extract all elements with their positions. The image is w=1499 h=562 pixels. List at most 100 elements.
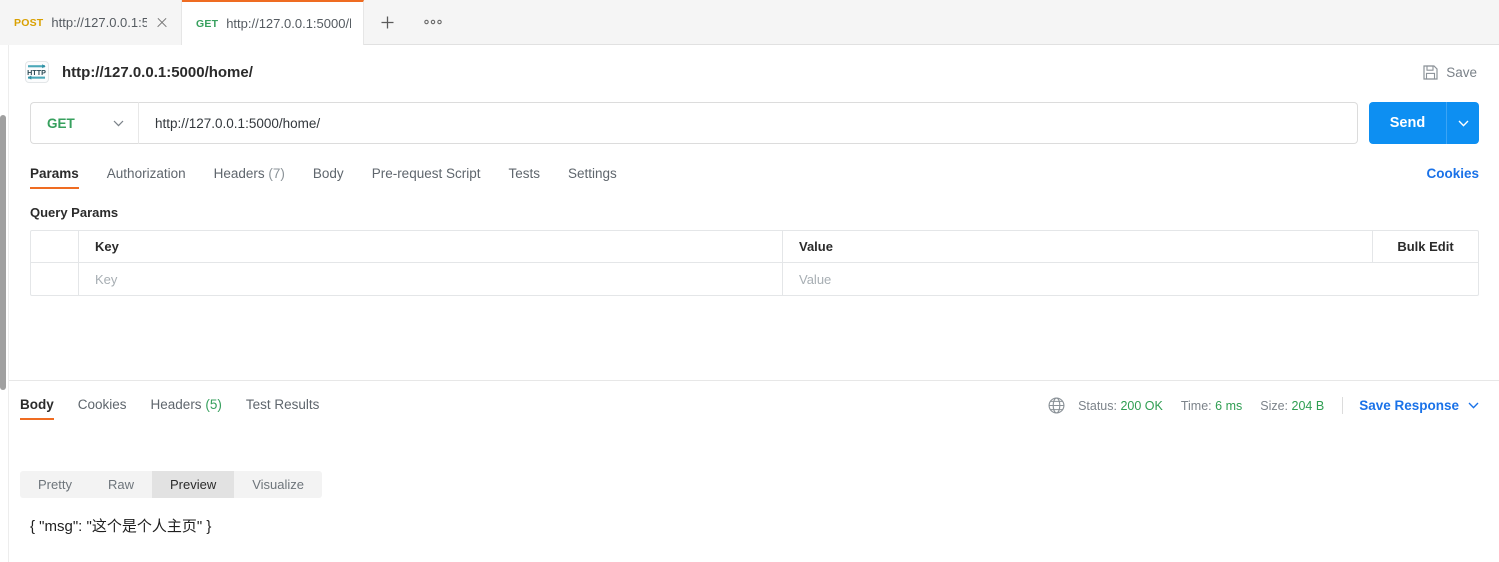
tab-method-label: POST (14, 16, 44, 29)
sidebar-scrollbar-rail (0, 45, 9, 562)
query-params-table: Key Value Bulk Edit Key Value (30, 230, 1479, 296)
tab-tests-label: Tests (508, 166, 540, 181)
response-tabs: Body Cookies Headers (5) Test Results St… (9, 388, 1499, 420)
row-checkbox-cell[interactable] (31, 263, 79, 295)
chevron-down-icon (1458, 120, 1468, 127)
status-code-value: 200 OK (1120, 398, 1163, 413)
view-mode-pretty-label: Pretty (38, 477, 72, 492)
tab-authorization[interactable]: Authorization (107, 166, 186, 189)
ellipsis-icon (424, 19, 442, 25)
tab-headers-label: Headers (213, 166, 265, 181)
tab-params-label: Params (30, 166, 79, 181)
column-header-key: Key (79, 231, 783, 262)
response-size-value: 204 B (1291, 398, 1325, 413)
param-value-placeholder: Value (799, 271, 832, 287)
response-size-label: Size: (1260, 398, 1289, 413)
chevron-down-icon (1468, 402, 1479, 409)
url-input[interactable]: http://127.0.0.1:5000/home/ (138, 102, 1358, 144)
tab-body[interactable]: Body (313, 166, 344, 189)
table-header-row: Key Value Bulk Edit (31, 231, 1478, 263)
close-icon[interactable] (155, 16, 169, 30)
cookies-link[interactable]: Cookies (1426, 166, 1479, 189)
row-actions-cell (1373, 263, 1478, 295)
response-time-value: 6 ms (1215, 398, 1243, 413)
column-header-value: Value (783, 231, 1373, 262)
response-body-content: { "msg": "这个是个人主页" } (30, 518, 212, 535)
column-header-key-label: Key (95, 239, 119, 254)
tab-settings[interactable]: Settings (568, 166, 617, 189)
view-mode-visualize[interactable]: Visualize (234, 471, 322, 498)
svg-text:HTTP: HTTP (27, 68, 46, 77)
request-title-row: HTTP http://127.0.0.1:5000/home/ Save (9, 50, 1499, 94)
response-tab-body-label: Body (20, 397, 54, 412)
send-button[interactable]: Send (1369, 102, 1446, 144)
response-tab-cookies-label: Cookies (77, 397, 127, 412)
tab-params[interactable]: Params (30, 166, 79, 189)
pane-divider[interactable] (9, 380, 1499, 381)
new-tab-button[interactable] (364, 0, 410, 44)
tab-body-label: Body (312, 166, 344, 181)
request-tab-strip: POST http://127.0.0.1:5000/ GET http://1… (0, 0, 1499, 45)
view-mode-preview-label: Preview (169, 477, 217, 492)
send-options-button[interactable] (1446, 102, 1479, 144)
response-tab-body[interactable]: Body (20, 397, 54, 420)
tab-url-label: http://127.0.0.1:5000/ (51, 15, 147, 30)
save-button[interactable]: Save (1423, 65, 1487, 80)
save-response-label: Save Response (1359, 398, 1459, 413)
tab-pre-request-script-label: Pre-request Script (371, 166, 481, 181)
select-all-cell[interactable] (31, 231, 79, 262)
query-params-label: Query Params (30, 205, 119, 220)
view-mode-visualize-label: Visualize (252, 477, 305, 492)
response-tab-headers[interactable]: Headers (5) (151, 397, 222, 420)
table-row: Key Value (31, 263, 1478, 295)
http-method-select[interactable]: GET (30, 102, 138, 144)
bulk-edit-label: Bulk Edit (1397, 239, 1454, 254)
view-mode-preview[interactable]: Preview (151, 471, 235, 498)
request-tab-get[interactable]: GET http://127.0.0.1:5000/hom (182, 0, 364, 45)
view-mode-pretty[interactable]: Pretty (20, 471, 90, 498)
response-tab-test-results-label: Test Results (245, 397, 320, 412)
response-time: Time: 6 ms (1181, 399, 1242, 413)
page-title: http://127.0.0.1:5000/home/ (62, 63, 253, 81)
chevron-down-icon (113, 120, 124, 126)
tab-headers-count: (7) (268, 166, 285, 181)
tab-tests[interactable]: Tests (508, 166, 540, 189)
tab-options-button[interactable] (410, 0, 456, 44)
request-tabs: Params Authorization Headers (7) Body Pr… (30, 159, 1479, 189)
save-response-button[interactable]: Save Response (1359, 398, 1479, 413)
response-tab-test-results[interactable]: Test Results (246, 397, 320, 420)
response-size: Size: 204 B (1260, 399, 1324, 413)
status-code: Status: 200 OK (1078, 399, 1163, 413)
tab-headers[interactable]: Headers (7) (214, 166, 285, 189)
param-key-placeholder: Key (95, 271, 118, 287)
view-mode-raw-label: Raw (107, 477, 134, 492)
param-key-input[interactable]: Key (79, 263, 783, 295)
response-tab-headers-label: Headers (150, 397, 202, 412)
response-tab-cookies[interactable]: Cookies (78, 397, 127, 420)
tab-authorization-label: Authorization (106, 166, 186, 181)
send-button-group: Send (1369, 102, 1479, 144)
send-button-label: Send (1389, 115, 1426, 131)
param-value-input[interactable]: Value (783, 263, 1373, 295)
response-time-label: Time: (1180, 398, 1212, 413)
save-button-label: Save (1446, 64, 1477, 80)
bulk-edit-button[interactable]: Bulk Edit (1373, 231, 1478, 262)
globe-icon (1048, 397, 1065, 414)
request-response-pane: HTTP http://127.0.0.1:5000/home/ Save GE… (9, 45, 1499, 562)
status-divider (1342, 397, 1344, 414)
request-tab-post[interactable]: POST http://127.0.0.1:5000/ (0, 0, 182, 45)
tab-settings-label: Settings (568, 166, 617, 181)
response-tab-headers-count: (5) (205, 397, 222, 412)
url-bar: GET http://127.0.0.1:5000/home/ Send (30, 102, 1479, 144)
http-method-value: GET (47, 115, 75, 131)
column-header-value-label: Value (799, 239, 833, 254)
plus-icon (381, 16, 393, 28)
http-icon: HTTP (25, 61, 49, 83)
response-view-mode-group: Pretty Raw Preview Visualize (20, 471, 323, 498)
tab-method-label: GET (196, 17, 219, 30)
view-mode-raw[interactable]: Raw (90, 471, 152, 498)
tab-url-label: http://127.0.0.1:5000/hom (226, 16, 351, 31)
tab-pre-request-script[interactable]: Pre-request Script (372, 166, 481, 189)
response-status-bar: Status: 200 OK Time: 6 ms Size: 204 B Sa… (1048, 397, 1479, 420)
scrollbar-thumb[interactable] (0, 115, 6, 390)
